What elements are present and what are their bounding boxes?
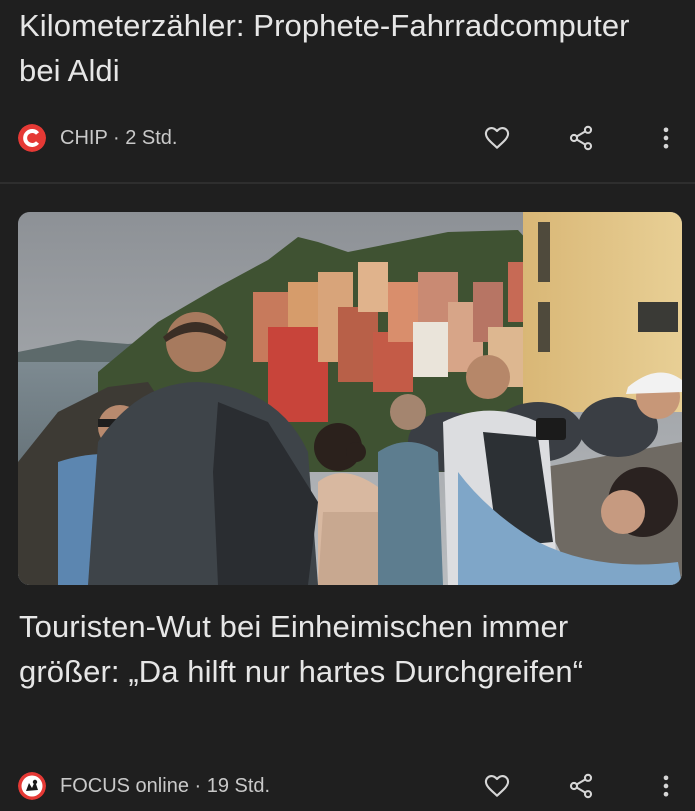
news-photo — [18, 212, 682, 585]
like-button[interactable] — [481, 122, 513, 154]
more-vertical-icon — [663, 775, 669, 797]
article-card[interactable]: Kilometerzähler: Prophete-Fahrradcompute… — [0, 0, 695, 182]
source-name[interactable]: CHIP — [60, 127, 107, 149]
article-source-line: CHIP · 2 Std. — [60, 127, 177, 150]
meta-separator: · — [188, 775, 207, 797]
focus-online-logo-icon — [18, 772, 46, 800]
share-button[interactable] — [565, 770, 597, 802]
article-source-line: FOCUS online · 19 Std. — [60, 775, 270, 798]
article-age: 2 Std. — [125, 127, 178, 149]
more-options-button[interactable] — [650, 770, 682, 802]
heart-outline-icon — [484, 775, 510, 797]
meta-separator: · — [107, 127, 126, 149]
article-thumbnail[interactable] — [18, 212, 682, 585]
share-icon — [569, 773, 593, 799]
heart-outline-icon — [484, 127, 510, 149]
more-options-button[interactable] — [650, 122, 682, 154]
article-headline[interactable]: Touristen-Wut bei Einheimischen immer gr… — [19, 604, 669, 694]
share-icon — [569, 125, 593, 151]
article-headline[interactable]: Kilometerzähler: Prophete-Fahrradcompute… — [19, 3, 669, 93]
article-card[interactable]: Touristen-Wut bei Einheimischen immer gr… — [0, 184, 695, 811]
chip-logo-icon — [18, 124, 46, 152]
article-meta-row: CHIP · 2 Std. — [0, 118, 695, 158]
article-age: 19 Std. — [206, 775, 271, 797]
more-vertical-icon — [663, 127, 669, 149]
article-meta-row: FOCUS online · 19 Std. — [0, 766, 695, 806]
source-name[interactable]: FOCUS online — [60, 775, 189, 797]
share-button[interactable] — [565, 122, 597, 154]
like-button[interactable] — [481, 770, 513, 802]
